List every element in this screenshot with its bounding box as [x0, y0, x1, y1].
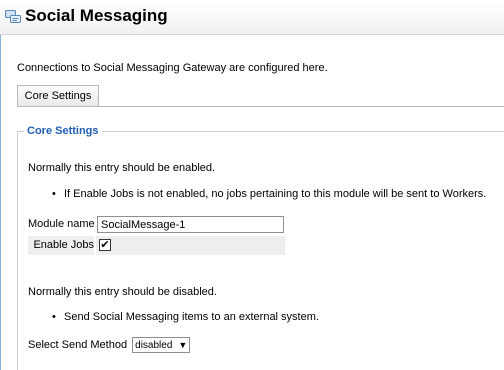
- module-name-label: Module name: [28, 218, 95, 230]
- enable-jobs-checkbox[interactable]: ✔: [99, 239, 111, 251]
- enabled-bullet: • If Enable Jobs is not enabled, no jobs …: [52, 188, 486, 200]
- bullet-dot: •: [52, 188, 56, 200]
- send-method-value: disabled: [135, 340, 173, 351]
- panel-legend: Core Settings: [27, 125, 99, 137]
- intro-text: Connections to Social Messaging Gateway …: [17, 62, 328, 74]
- chat-bubbles-icon: [5, 10, 21, 23]
- disabled-note: Normally this entry should be disabled.: [28, 286, 217, 298]
- enabled-bullet-text: If Enable Jobs is not enabled, no jobs p…: [64, 188, 487, 200]
- module-name-row: Module name: [28, 215, 285, 234]
- enable-jobs-row: Enable Jobs ✔: [28, 236, 285, 255]
- enable-jobs-cell: ✔: [96, 236, 285, 255]
- send-method-label: Select Send Method: [28, 338, 128, 351]
- tab-divider: [17, 106, 504, 107]
- chevron-down-icon: ▼: [178, 340, 188, 350]
- enabled-note: Normally this entry should be enabled.: [28, 162, 216, 174]
- page-title: Social Messaging: [25, 6, 168, 25]
- module-name-input[interactable]: [97, 216, 284, 233]
- enable-jobs-label: Enable Jobs: [28, 236, 94, 255]
- tab-core-settings[interactable]: Core Settings: [17, 85, 99, 106]
- page-header: Social Messaging: [0, 0, 504, 35]
- left-border: [0, 35, 1, 370]
- send-method-select[interactable]: disabled ▼: [132, 337, 191, 353]
- bullet-dot: •: [52, 311, 56, 323]
- disabled-bullet: • Send Social Messaging items to an exter…: [52, 311, 319, 323]
- send-method-row: Select Send Method disabled ▼: [28, 337, 191, 353]
- module-name-cell: [96, 215, 285, 234]
- disabled-bullet-text: Send Social Messaging items to an extern…: [64, 311, 319, 323]
